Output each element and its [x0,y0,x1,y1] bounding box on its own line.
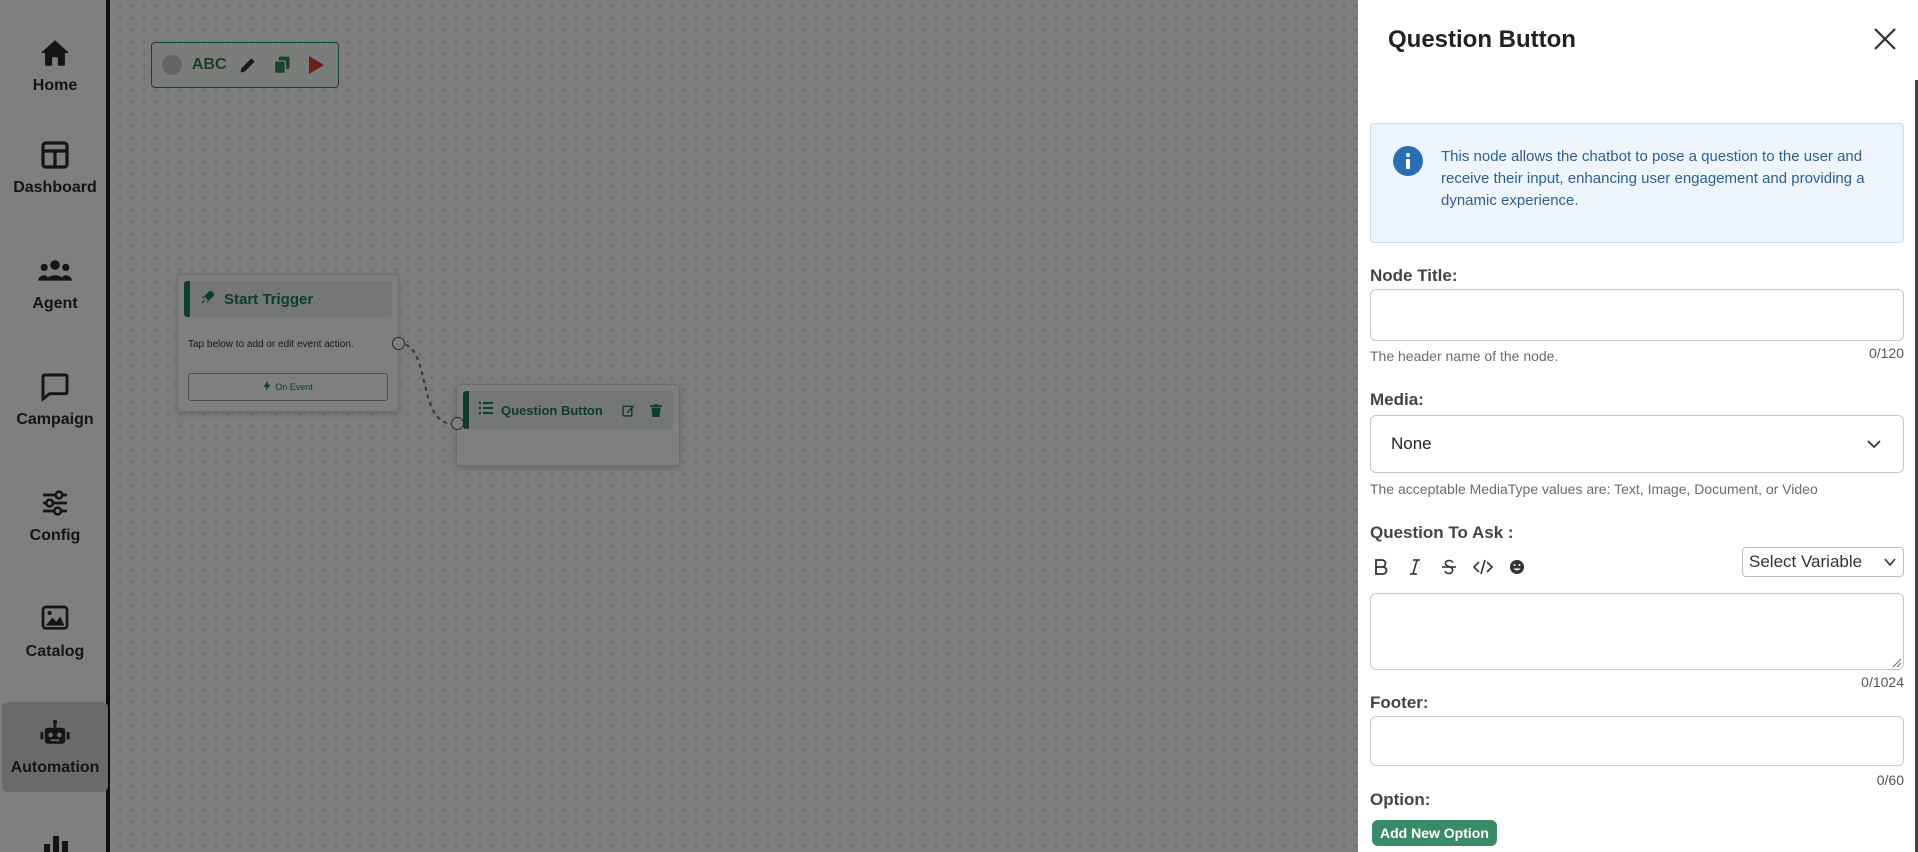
node-title-input[interactable] [1370,289,1904,341]
footer-counter: 0/60 [1876,772,1904,788]
question-textarea[interactable] [1370,593,1904,670]
question-button-panel: Question Button This node allows the cha… [1358,0,1918,852]
modal-overlay[interactable] [0,0,1358,852]
media-helper: The acceptable MediaType values are: Tex… [1370,481,1818,497]
info-icon [1393,146,1423,176]
info-text: This node allows the chatbot to pose a q… [1441,148,1865,209]
close-button[interactable] [1870,24,1900,54]
media-selected-value: None [1391,434,1432,453]
add-new-option-button[interactable]: Add New Option [1372,820,1497,846]
question-counter: 0/1024 [1861,674,1904,690]
node-title-label: Node Title: [1370,266,1458,285]
strikethrough-icon[interactable] [1438,556,1460,578]
emoji-icon[interactable] [1506,556,1528,578]
question-label: Question To Ask : [1370,523,1514,542]
footer-label: Footer: [1370,693,1429,712]
variable-select[interactable]: Select Variable [1742,547,1904,577]
chevron-down-icon [1867,440,1881,449]
media-label: Media: [1370,390,1424,409]
format-toolbar [1370,556,1528,578]
node-title-counter: 0/120 [1868,345,1904,361]
variable-select-label: Select Variable [1749,552,1863,571]
resize-handle-icon[interactable] [1890,656,1902,668]
close-icon [1874,28,1896,50]
media-select[interactable]: None [1370,415,1904,473]
chevron-down-icon [1884,558,1896,567]
node-title-helper: The header name of the node. [1370,348,1559,364]
bold-icon[interactable] [1370,556,1392,578]
option-label: Option: [1370,790,1431,809]
code-icon[interactable] [1472,556,1494,578]
info-alert: This node allows the chatbot to pose a q… [1370,123,1904,243]
italic-icon[interactable] [1404,556,1426,578]
footer-input[interactable] [1370,716,1904,766]
panel-title: Question Button [1388,26,1576,53]
